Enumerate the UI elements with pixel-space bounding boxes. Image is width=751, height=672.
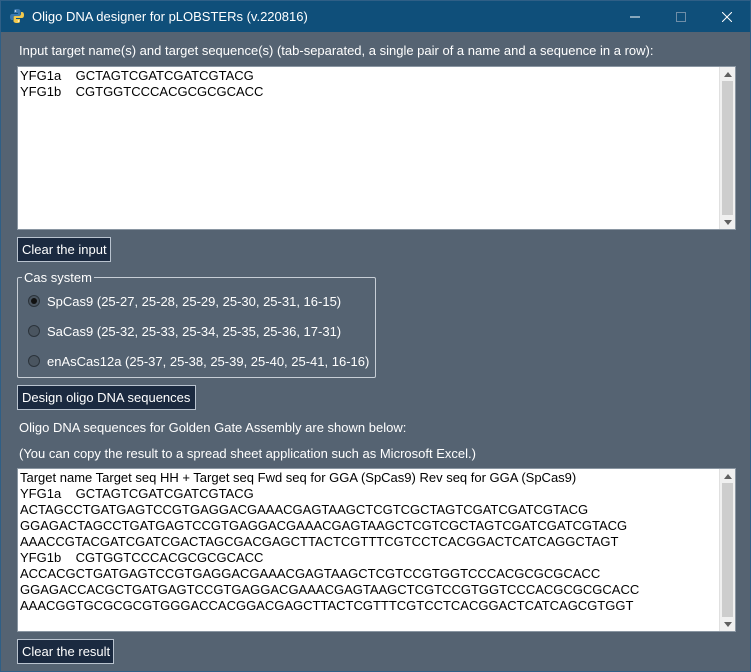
clear-result-button[interactable]: Clear the result (17, 639, 114, 664)
result-line: AAACCGTACGATCGATCGACTAGCGACGAGCTTACTCGTT… (20, 534, 619, 549)
radio-option-sacas9[interactable]: SaCas9 (25-32, 25-33, 25-34, 25-35, 25-3… (28, 322, 341, 340)
close-button[interactable] (704, 1, 750, 32)
maximize-icon (676, 11, 686, 22)
result-line: YFG1a GCTAGTCGATCGATCGTACG (20, 486, 254, 501)
maximize-button[interactable] (658, 1, 704, 32)
scrollbar-thumb[interactable] (722, 81, 733, 215)
result-textarea[interactable]: Target name Target seq HH + Target seq F… (17, 468, 736, 632)
design-oligo-button[interactable]: Design oligo DNA sequences (17, 385, 196, 410)
result-line: YFG1b CGTGGTCCCACGCGCGCACC (20, 550, 264, 565)
radio-unselected-icon[interactable] (28, 355, 40, 367)
result-line: ACCACGCTGATGAGTCCGTGAGGACGAAACGAGTAAGCTC… (20, 566, 601, 581)
result-heading-label: Oligo DNA sequences for Golden Gate Asse… (19, 420, 407, 435)
result-line: Target name Target seq HH + Target seq F… (20, 470, 577, 485)
clear-input-button[interactable]: Clear the input (17, 237, 111, 262)
input-line: YFG1b CGTGGTCCCACGCGCGCACC (20, 84, 264, 99)
input-textarea[interactable]: YFG1a GCTAGTCGATCGATCGTACG YFG1b CGTGGTC… (17, 66, 736, 230)
radio-label: SpCas9 (25-27, 25-28, 25-29, 25-30, 25-3… (47, 293, 342, 309)
radio-option-enascas12a[interactable]: enAsCas12a (25-37, 25-38, 25-39, 25-40, … (28, 352, 369, 370)
radio-selected-icon[interactable] (28, 295, 40, 307)
radio-label: enAsCas12a (25-37, 25-38, 25-39, 25-40, … (47, 353, 370, 369)
input-prompt-label: Input target name(s) and target sequence… (19, 43, 654, 58)
minimize-icon (630, 16, 640, 17)
scroll-up-arrow-icon[interactable] (720, 469, 735, 483)
scroll-up-arrow-icon[interactable] (720, 67, 735, 81)
radio-unselected-icon[interactable] (28, 325, 40, 337)
result-line: GGAGACTAGCCTGATGAGTCCGTGAGGACGAAACGAGTAA… (20, 518, 628, 533)
scrollbar-thumb[interactable] (722, 483, 733, 617)
radio-option-spcas9[interactable]: SpCas9 (25-27, 25-28, 25-29, 25-30, 25-3… (28, 292, 341, 310)
python-logo-icon (10, 9, 24, 23)
result-line: GGAGACCACGCTGATGAGTCCGTGAGGACGAAACGAGTAA… (20, 582, 640, 597)
input-scrollbar[interactable] (719, 67, 735, 229)
result-line: AAACGGTGCGCGCGTGGGACCACGGACGAGCTTACTCGTT… (20, 598, 634, 613)
cas-system-legend: Cas system (22, 270, 94, 285)
window-title: Oligo DNA designer for pLOBSTERs (v.2208… (32, 9, 308, 24)
radio-label: SaCas9 (25-32, 25-33, 25-34, 25-35, 25-3… (47, 323, 342, 339)
input-line: YFG1a GCTAGTCGATCGATCGTACG (20, 68, 254, 83)
result-line: ACTAGCCTGATGAGTCCGTGAGGACGAAACGAGTAAGCTC… (20, 502, 589, 517)
result-scrollbar[interactable] (719, 469, 735, 631)
close-icon (722, 11, 732, 22)
app-window: Oligo DNA designer for pLOBSTERs (v.2208… (0, 0, 751, 672)
result-note-label: (You can copy the result to a spread she… (19, 446, 476, 461)
scroll-down-arrow-icon[interactable] (720, 617, 735, 631)
scroll-down-arrow-icon[interactable] (720, 215, 735, 229)
minimize-button[interactable] (612, 1, 658, 32)
title-bar[interactable]: Oligo DNA designer for pLOBSTERs (v.2208… (1, 1, 750, 32)
